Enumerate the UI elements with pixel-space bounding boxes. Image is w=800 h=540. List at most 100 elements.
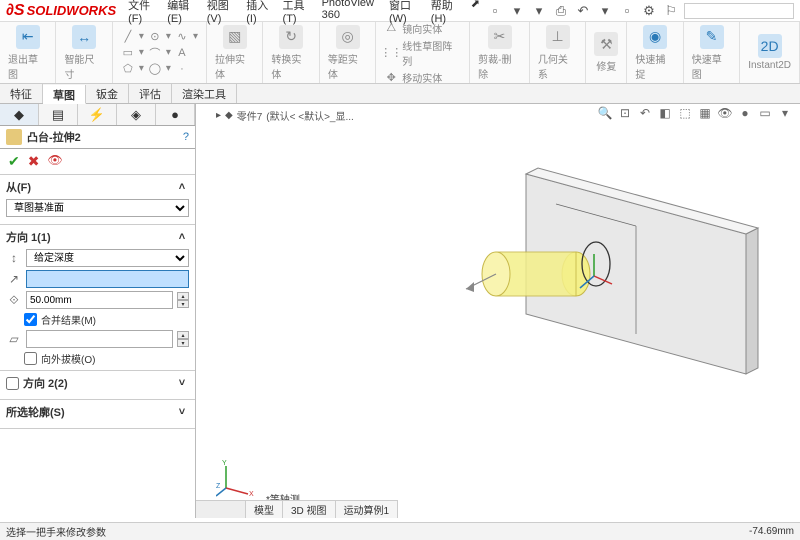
rapid-snap-button[interactable]: ◉ 快速捕捉: [635, 25, 674, 81]
section-view-icon[interactable]: ◧: [656, 104, 674, 122]
tab-sheet-metal[interactable]: 钣金: [86, 84, 129, 103]
pm-tab-display[interactable]: ◈: [117, 104, 156, 125]
smart-dimension-button[interactable]: ↔ 智能尺寸: [64, 25, 103, 81]
reverse-direction-icon[interactable]: ↕: [6, 250, 22, 266]
move-row[interactable]: ✥移动实体: [384, 70, 461, 85]
draft-spinner[interactable]: ▴▾: [177, 331, 189, 347]
direction-input[interactable]: [26, 270, 189, 288]
depth-input[interactable]: [26, 291, 173, 309]
cancel-button[interactable]: ✖: [28, 153, 40, 170]
exit-sketch-button[interactable]: ⇤ 退出草图: [8, 25, 47, 81]
save-icon[interactable]: ▾: [530, 2, 548, 20]
instant2d-button[interactable]: 2D Instant2D: [748, 34, 791, 71]
scene-icon[interactable]: ▭: [756, 104, 774, 122]
repair-button[interactable]: ⚒ 修复: [594, 32, 618, 73]
breadcrumb[interactable]: ▸ ◆ 零件7 (默认< <默认>_显...: [216, 108, 354, 123]
boss-extrude-button[interactable]: ▧ 拉伸实体: [215, 25, 254, 81]
bottom-tabs: 模型 3D 视图 运动算例1: [196, 500, 398, 518]
sketch-line-tool[interactable]: ╱▾ ⊙▾ ∿▾: [121, 30, 198, 44]
preview-toggle[interactable]: 👁: [47, 153, 62, 170]
appearance-icon[interactable]: ●: [736, 104, 754, 122]
view-triad[interactable]: Y X Z: [216, 458, 256, 498]
offset-button[interactable]: ◎ 等距实体: [328, 25, 367, 81]
tab-motion[interactable]: 运动算例1: [336, 501, 399, 518]
mirror-icon: ⧊: [384, 21, 398, 35]
view-orientation-icon[interactable]: ⬚: [676, 104, 694, 122]
draft-input[interactable]: [26, 330, 173, 348]
tab-blank[interactable]: [196, 501, 246, 518]
chevron-down-icon[interactable]: ˅: [175, 377, 189, 389]
sketch-poly-tool[interactable]: ⬠▾ ◯▾ ·: [121, 62, 198, 76]
draft-icon[interactable]: ▱: [6, 331, 22, 347]
open-icon[interactable]: ▾: [508, 2, 526, 20]
tree-expand-icon[interactable]: ▸: [216, 110, 221, 121]
svg-text:X: X: [249, 491, 254, 498]
chevron-up-icon[interactable]: ˄: [175, 181, 189, 193]
outward-checkbox[interactable]: [24, 352, 37, 365]
text-icon: A: [175, 46, 189, 60]
tab-sketch[interactable]: 草图: [43, 85, 86, 104]
command-tabs: 特征 草图 钣金 评估 渲染工具: [0, 84, 800, 104]
tab-model[interactable]: 模型: [246, 501, 283, 518]
rect-icon: ▭: [121, 46, 135, 60]
model-view[interactable]: [436, 144, 776, 424]
pm-tab-config[interactable]: ⚡: [78, 104, 117, 125]
tab-3d-view[interactable]: 3D 视图: [283, 501, 336, 518]
pm-direction1-section: 方向 1(1)˄ ↕ 给定深度 ↗ ⟐ ▴▾ 合并结果(M) ▱ ▴▾ 向外拔模…: [0, 225, 195, 371]
direction-icon[interactable]: ↗: [6, 271, 22, 287]
depth-spinner[interactable]: ▴▾: [177, 292, 189, 308]
pm-direction2-section: 方向 2(2) ˅: [0, 371, 195, 400]
end-condition-select[interactable]: 给定深度: [26, 249, 189, 267]
ok-button[interactable]: ✔: [8, 153, 20, 170]
part-icon: ◆: [225, 110, 233, 121]
undo-icon[interactable]: ↶: [574, 2, 592, 20]
sketch-rect-tool[interactable]: ▭▾ ⌒▾ A: [121, 46, 198, 60]
previous-view-icon[interactable]: ↶: [636, 104, 654, 122]
zoom-area-icon[interactable]: ⊡: [616, 104, 634, 122]
tab-render[interactable]: 渲染工具: [172, 84, 237, 103]
graphics-area[interactable]: ▸ ◆ 零件7 (默认< <默认>_显... 🔍 ⊡ ↶ ◧ ⬚ ▦ 👁 ● ▭…: [196, 104, 800, 518]
help-icon[interactable]: ?: [183, 131, 189, 143]
rebuild-icon[interactable]: ▫: [618, 2, 636, 20]
rapid-sketch-label: 快速草图: [692, 51, 731, 81]
redo-icon[interactable]: ▾: [596, 2, 614, 20]
dir1-label: 方向 1(1): [6, 229, 51, 245]
hide-show-icon[interactable]: 👁: [716, 104, 734, 122]
property-manager-panel: ◆ ▤ ⚡ ◈ ● 凸台-拉伸2 ? ✔ ✖ 👁 从(F)˄ 草图基准面 方向 …: [0, 104, 196, 518]
config-name: (默认< <默认>_显...: [266, 108, 354, 123]
dir2-label: 方向 2(2): [23, 375, 68, 391]
mirror-row[interactable]: ⧊镜向实体: [384, 21, 461, 36]
circle-icon: ⊙: [148, 30, 162, 44]
rapid-sketch-icon: ✎: [700, 25, 724, 49]
outward-label: 向外拔模(O): [41, 351, 95, 366]
dir2-checkbox[interactable]: [6, 377, 19, 390]
repair-label: 修复: [596, 58, 616, 73]
pm-tab-appearance[interactable]: ●: [156, 104, 195, 125]
revolve-button[interactable]: ↻ 转换实体: [271, 25, 310, 81]
tab-evaluate[interactable]: 评估: [129, 84, 172, 103]
search-input[interactable]: [684, 3, 794, 19]
settings-dropdown-icon[interactable]: ▾: [776, 104, 794, 122]
zoom-fit-icon[interactable]: 🔍: [596, 104, 614, 122]
chevron-up-icon[interactable]: ˄: [175, 231, 189, 243]
pm-tab-feature-tree[interactable]: ◆: [0, 104, 39, 125]
tab-feature[interactable]: 特征: [0, 84, 43, 103]
merge-label: 合并结果(M): [41, 312, 96, 327]
repair-icon: ⚒: [594, 32, 618, 56]
from-select[interactable]: 草图基准面: [6, 199, 189, 217]
pattern-row[interactable]: ⋮⋮线性草图阵列: [384, 38, 461, 68]
new-icon[interactable]: ▫: [486, 2, 504, 20]
display-style-icon[interactable]: ▦: [696, 104, 714, 122]
status-bar: 选择一把手来修改参数 -74.69mm: [0, 522, 800, 540]
chevron-down-icon[interactable]: ˅: [175, 406, 189, 418]
relations-button[interactable]: ⊥ 几何关系: [538, 25, 577, 81]
status-prompt: 选择一把手来修改参数: [6, 524, 106, 539]
merge-checkbox[interactable]: [24, 313, 37, 326]
pm-tab-property[interactable]: ▤: [39, 104, 78, 125]
options-icon[interactable]: ⚙: [640, 2, 658, 20]
flag-icon[interactable]: ⚐: [662, 2, 680, 20]
pm-from-section: 从(F)˄ 草图基准面: [0, 175, 195, 225]
rapid-sketch-button[interactable]: ✎ 快速草图: [692, 25, 731, 81]
trim-button[interactable]: ✂ 剪裁-删除: [478, 25, 521, 81]
print-icon[interactable]: ⎙: [552, 2, 570, 20]
